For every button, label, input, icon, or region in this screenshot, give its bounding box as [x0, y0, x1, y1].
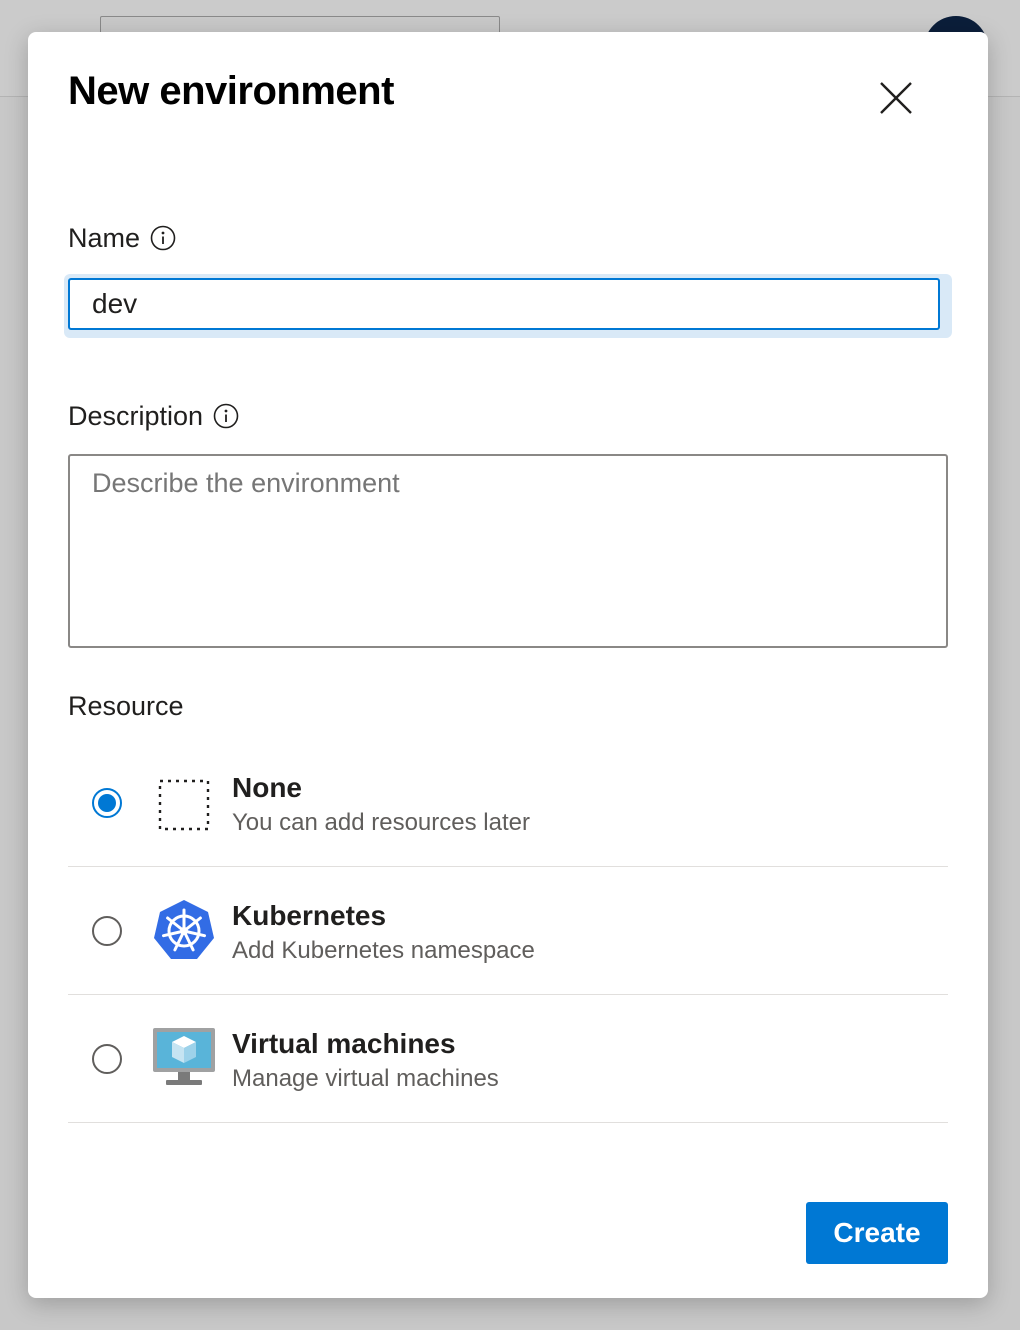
resource-option-subtitle: Manage virtual machines — [232, 1065, 499, 1092]
info-icon[interactable] — [213, 403, 239, 429]
name-input[interactable] — [68, 278, 940, 330]
dialog-title: New environment — [68, 69, 394, 113]
close-button[interactable] — [876, 78, 916, 118]
radio-virtual-machines[interactable] — [92, 1044, 122, 1074]
radio-kubernetes[interactable] — [92, 916, 122, 946]
description-textarea[interactable] — [68, 454, 948, 648]
new-environment-dialog: New environment Name Description — [28, 32, 988, 1298]
kubernetes-icon — [154, 900, 214, 959]
resource-option-none[interactable]: None You can add resources later — [68, 738, 948, 867]
create-button[interactable]: Create — [806, 1202, 948, 1264]
resource-option-title: Virtual machines — [232, 1028, 456, 1059]
resource-option-subtitle: You can add resources later — [232, 809, 530, 836]
resource-option-title: None — [232, 772, 302, 803]
resource-option-title: Kubernetes — [232, 900, 387, 931]
resource-label: Resource — [68, 691, 184, 721]
name-input-focus-ring — [64, 274, 952, 338]
description-label: Description — [68, 401, 204, 431]
name-field-label-row: Name — [68, 222, 176, 254]
info-icon[interactable] — [150, 225, 176, 251]
dotted-square-icon — [158, 779, 210, 831]
close-icon — [880, 82, 912, 114]
radio-none[interactable] — [92, 788, 122, 818]
description-field-label-row: Description — [68, 400, 239, 432]
name-label: Name — [68, 223, 141, 253]
virtual-machine-icon — [153, 1028, 215, 1085]
resource-option-virtual-machines[interactable]: Virtual machines Manage virtual machines — [68, 994, 948, 1123]
resource-option-kubernetes[interactable]: Kubernetes Add Kubernetes namespace — [68, 866, 948, 995]
resource-option-subtitle: Add Kubernetes namespace — [232, 937, 535, 964]
